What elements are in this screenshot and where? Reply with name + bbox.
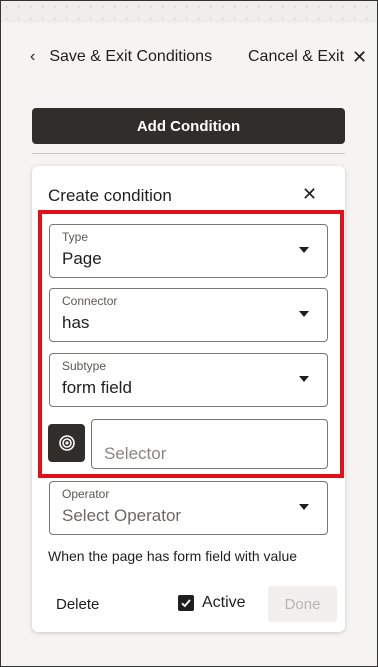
save-exit-conditions-button[interactable]: ‹ Save & Exit Conditions [30,46,212,68]
operator-select[interactable]: Operator Select Operator [49,481,328,535]
caret-down-icon [299,247,309,253]
decorative-strip [1,1,377,23]
caret-down-icon [299,376,309,382]
header-bar: ‹ Save & Exit Conditions Cancel & Exit ✕ [0,40,378,74]
done-button[interactable]: Done [268,586,337,622]
type-select[interactable]: Type Page [49,224,328,278]
add-condition-label: Add Condition [136,117,241,135]
chevron-left-icon: ‹ [30,48,36,65]
subtype-select[interactable]: Subtype form field [49,353,328,407]
condition-description: When the page has form field with value [48,548,298,564]
save-exit-label: Save & Exit Conditions [49,48,213,65]
type-label: Type [62,230,89,244]
active-checkbox[interactable]: Active [178,594,246,612]
element-picker-button[interactable] [48,424,85,462]
cancel-exit-button[interactable]: Cancel & Exit ✕ [248,46,367,68]
connector-select[interactable]: Connector has [49,288,328,342]
delete-label: Delete [56,596,100,613]
connector-value: has [62,313,90,332]
target-icon [58,435,75,451]
operator-placeholder: Select Operator [62,506,182,525]
add-condition-button[interactable]: Add Condition [32,108,345,144]
done-label: Done [284,595,321,613]
subtype-value: form field [62,378,132,397]
panel-title: Create condition [48,186,172,205]
close-panel-icon[interactable]: ✕ [302,184,317,205]
type-value: Page [62,249,102,268]
checkbox-checked-icon [178,595,194,611]
divider [32,153,345,154]
caret-down-icon [299,311,309,317]
active-label: Active [202,594,246,611]
close-icon: ✕ [352,46,368,67]
caret-down-icon [299,504,309,510]
connector-label: Connector [62,294,118,308]
operator-label: Operator [62,487,110,501]
cancel-exit-label: Cancel & Exit [248,48,345,65]
selector-input[interactable] [91,419,328,469]
delete-button[interactable]: Delete [56,596,99,613]
subtype-label: Subtype [62,359,107,373]
